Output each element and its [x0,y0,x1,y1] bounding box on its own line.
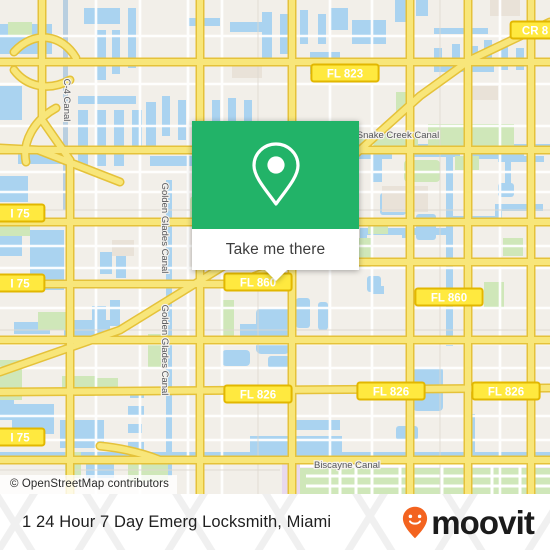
map-label-c4-canal: C-4 Canal [61,79,72,122]
place-popup-card[interactable]: Take me there [192,121,359,281]
popup-header [192,121,359,229]
map-label-golden-glades-upper: Golden Glades Canal [159,183,170,274]
highway-shield-fl860-east: FL 860 [414,287,484,307]
shield-label: CR 8 [522,25,549,37]
map-label-biscayne-canal: Biscayne Canal [314,460,380,471]
moovit-map-screenshot: C-4 Canal Snake Creek Canal Golden Glades … [0,0,550,550]
shield-label: I 75 [10,432,30,444]
shield-label: FL 826 [240,389,276,401]
shield-label: I 75 [10,208,30,220]
highway-shield-fl826-east: FL 826 [471,381,541,401]
map-label-snake-creek-canal: Snake Creek Canal [357,130,439,141]
highway-shield-fl826-mid: FL 826 [356,381,426,401]
highway-shield-fl823: FL 823 [310,63,380,83]
moovit-wordmark: moovit [431,503,535,541]
shield-label: I 75 [10,278,30,290]
shield-label: FL 860 [431,292,467,304]
highway-shield-i75-south: I 75 [0,427,46,447]
popup-tail-pointer [264,270,287,281]
highway-shield-fl826-west: FL 826 [223,384,293,404]
shield-label: FL 826 [488,386,524,398]
highway-shield-i75-mid: I 75 [0,273,46,293]
moovit-smiley-pin-icon [403,506,428,538]
shield-label: FL 826 [373,386,409,398]
location-pin-icon [251,142,300,206]
place-title: 1 24 Hour 7 Day Emerg Locksmith, Miami [22,512,332,531]
shield-label: FL 823 [327,68,363,80]
take-me-there-button[interactable]: Take me there [192,229,359,270]
highway-shield-i75-north: I 75 [0,203,46,223]
map-label-golden-glades-lower: Golden Glades Canal [159,305,170,396]
moovit-brand-logo[interactable]: moovit [402,494,535,550]
footer-bar: 1 24 Hour 7 Day Emerg Locksmith, Miami m… [0,494,550,550]
osm-attribution[interactable]: © OpenStreetMap contributors [0,475,177,494]
highway-shield-cr8-clipped: CR 8 [509,20,550,40]
